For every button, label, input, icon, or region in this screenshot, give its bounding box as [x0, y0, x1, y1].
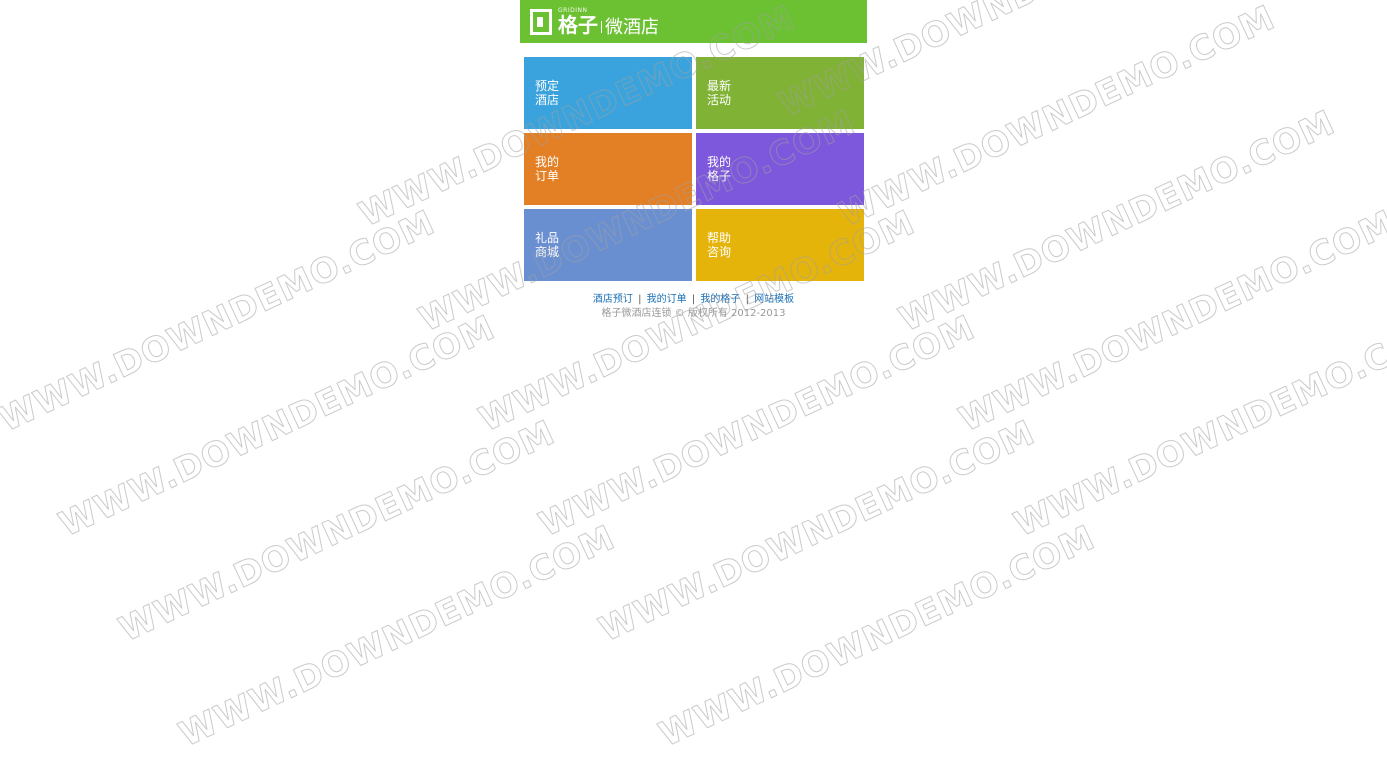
- watermark-text: WWW.DOWNDEMO.COM: [953, 202, 1387, 440]
- watermark-text: WWW.DOWNDEMO.COM: [593, 412, 1042, 650]
- footer-separator: |: [638, 294, 642, 305]
- brand-block: GRIDINN 格子: [558, 7, 598, 37]
- tile-label-line1: 预定: [535, 79, 560, 93]
- tile-label-line2: 咨询: [707, 245, 732, 259]
- footer-separator: |: [691, 294, 696, 305]
- tile-label-line1: 我的: [535, 155, 560, 169]
- tile-label-line1: 礼品: [535, 231, 560, 245]
- watermark-text: WWW.DOWNDEMO.COM: [53, 307, 502, 545]
- tile-label-line2: 活动: [707, 93, 732, 107]
- brand-english: GRIDINN: [558, 7, 588, 14]
- tile-label-line1: 帮助: [707, 231, 732, 245]
- footer-link-site-templates[interactable]: 网站模板: [754, 294, 794, 305]
- tile-gift-mall[interactable]: 礼品 商城: [524, 209, 692, 281]
- tile-my-orders[interactable]: 我的 订单: [524, 133, 692, 205]
- brand-name: 格子: [558, 13, 598, 37]
- footer: 酒店预订 | 我的订单 | 我的格子 | 网站模板 格子微酒店连锁 © 版权所有…: [520, 293, 867, 321]
- tile-latest-events[interactable]: 最新 活动: [696, 57, 864, 129]
- footer-link-hotel-booking[interactable]: 酒店预订: [593, 294, 633, 305]
- copyright-text: 格子微酒店连锁 © 版权所有 2012-2013: [601, 308, 786, 319]
- gridinn-logo-icon: [530, 8, 552, 35]
- header-bar: GRIDINN 格子 微酒店: [520, 0, 867, 43]
- brand-subtitle: 微酒店: [605, 16, 659, 38]
- footer-separator: |: [745, 294, 749, 305]
- footer-link-my-gridinn[interactable]: 我的格子: [700, 294, 740, 305]
- tile-label-line2: 商城: [535, 245, 560, 259]
- watermark-text: WWW.DOWNDEMO.COM: [0, 202, 442, 440]
- app-container: GRIDINN 格子 微酒店 预定 酒店 最新 活动 我的 订单 我的 格子 礼…: [520, 0, 867, 321]
- tile-book-hotel[interactable]: 预定 酒店: [524, 57, 692, 129]
- page: GRIDINN 格子 微酒店 预定 酒店 最新 活动 我的 订单 我的 格子 礼…: [0, 0, 1387, 780]
- footer-link-my-orders[interactable]: 我的订单: [647, 294, 687, 305]
- tile-label-line2: 订单: [535, 169, 560, 183]
- tile-label-line2: 格子: [707, 169, 732, 183]
- footer-links: 酒店预订 | 我的订单 | 我的格子 | 网站模板: [520, 293, 867, 307]
- tile-label-line2: 酒店: [535, 93, 560, 107]
- watermark-text: WWW.DOWNDEMO.COM: [1008, 307, 1387, 545]
- tile-help-consult[interactable]: 帮助 咨询: [696, 209, 864, 281]
- menu-grid: 预定 酒店 最新 活动 我的 订单 我的 格子 礼品 商城 帮助 咨询: [520, 57, 867, 281]
- watermark-text: WWW.DOWNDEMO.COM: [113, 412, 562, 650]
- watermark-text: WWW.DOWNDEMO.COM: [533, 307, 982, 545]
- watermark-text: WWW.DOWNDEMO.COM: [833, 0, 1282, 236]
- tile-label-line1: 我的: [707, 155, 732, 169]
- brand-divider: [601, 20, 602, 33]
- watermark-text: WWW.DOWNDEMO.COM: [173, 517, 622, 755]
- watermark-text: WWW.DOWNDEMO.COM: [653, 517, 1102, 755]
- tile-my-gridinn[interactable]: 我的 格子: [696, 133, 864, 205]
- tile-label-line1: 最新: [707, 79, 732, 93]
- watermark-text: WWW.DOWNDEMO.COM: [893, 102, 1342, 340]
